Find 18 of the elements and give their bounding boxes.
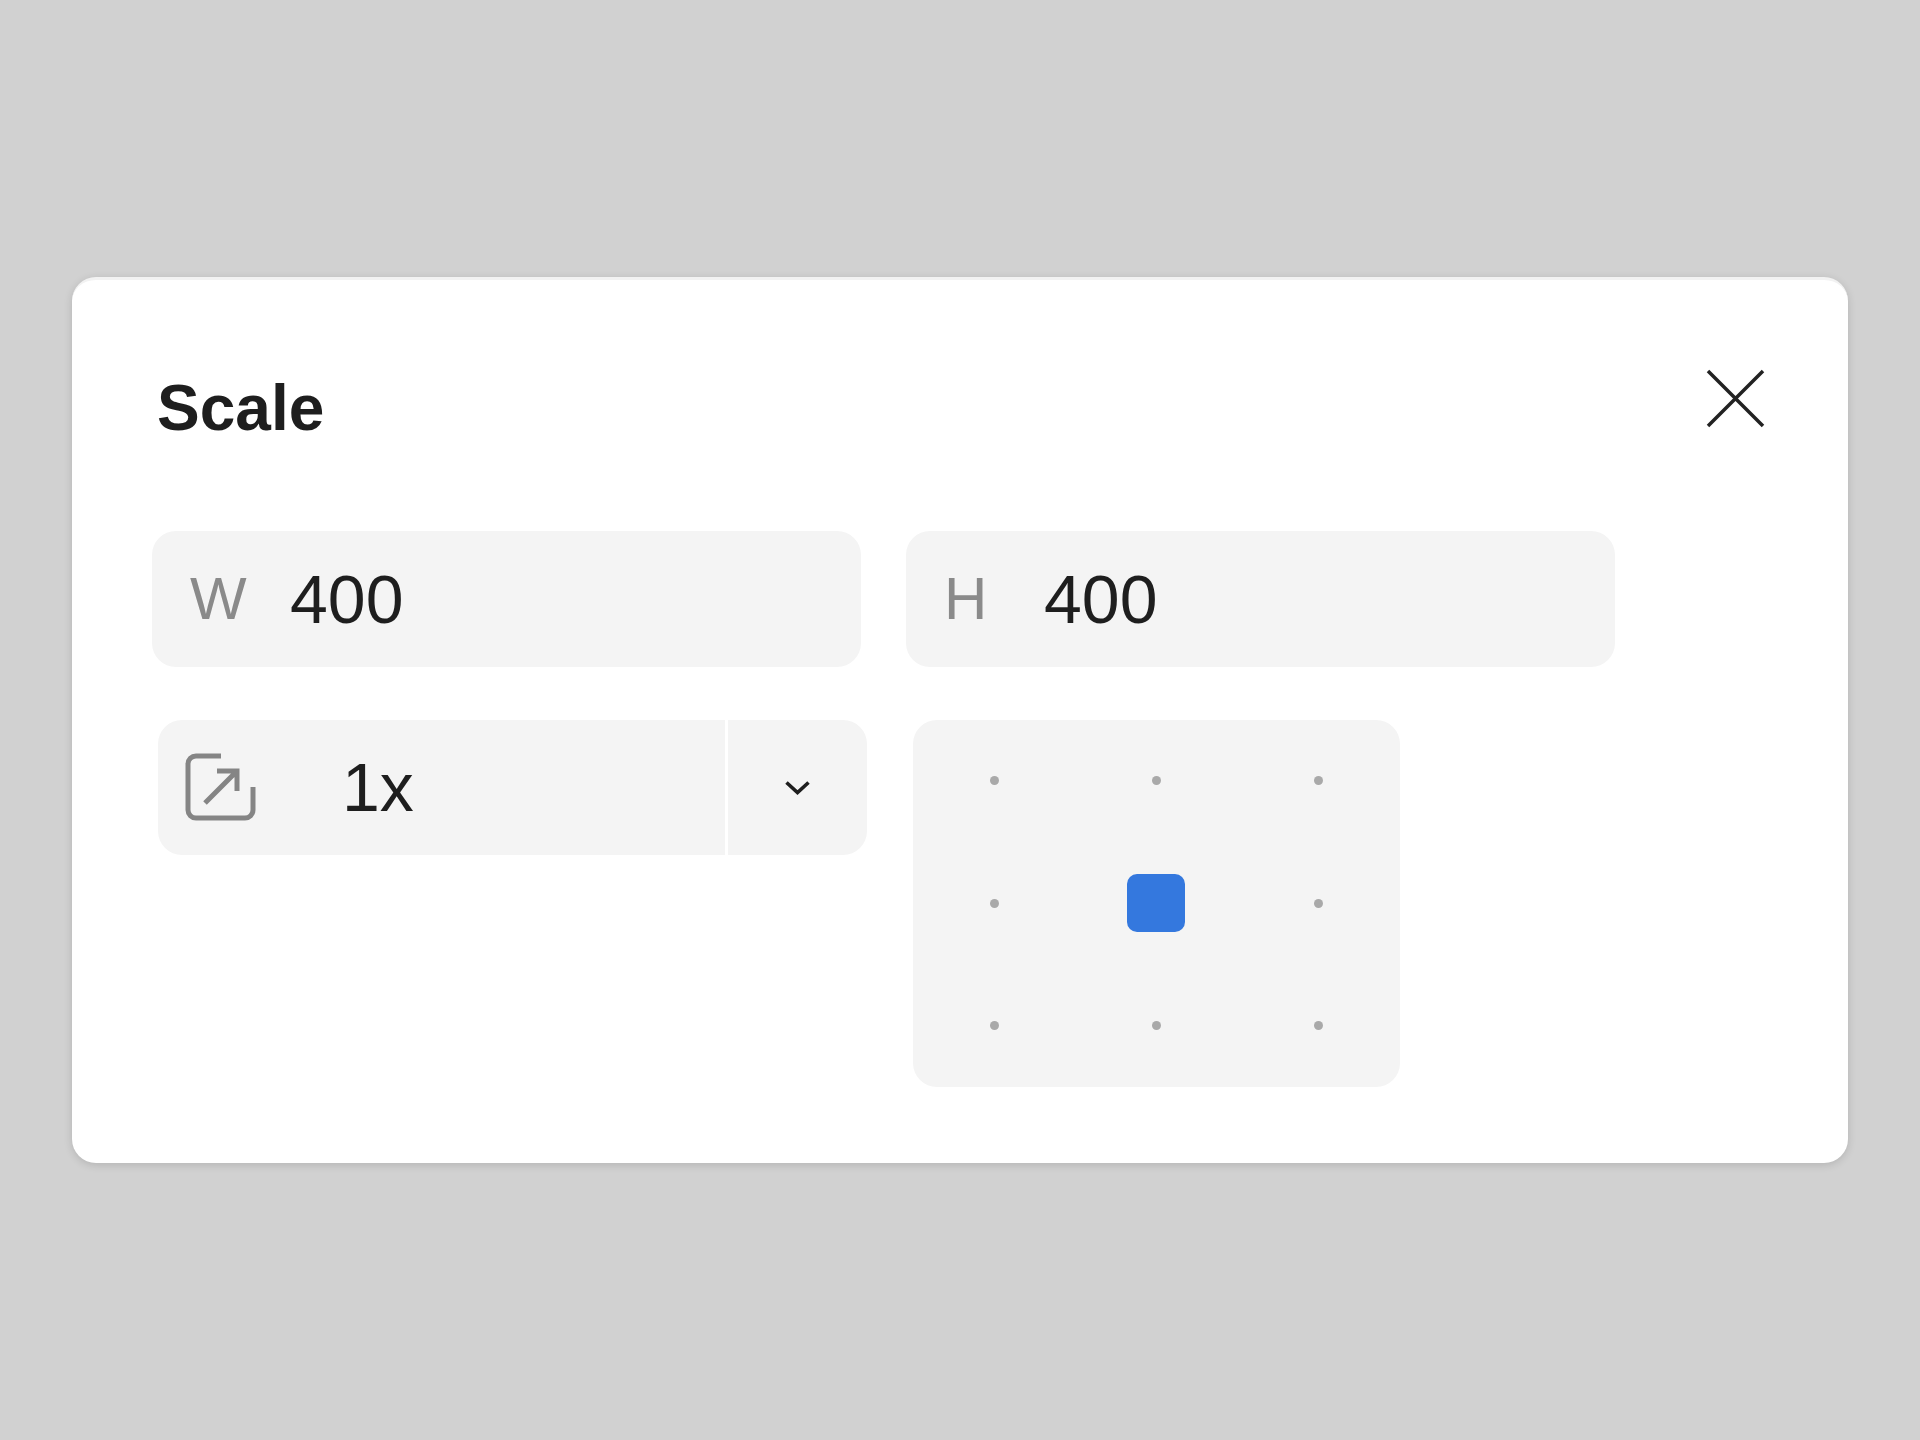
anchor-dot-icon[interactable] (989, 898, 999, 908)
scale-icon (185, 753, 256, 822)
close-button[interactable] (1706, 369, 1765, 428)
anchor-dot-icon[interactable] (1152, 776, 1161, 786)
field-label: W (190, 568, 247, 629)
anchor-dot-icon[interactable] (1314, 776, 1324, 786)
scale-input[interactable]: 1x (256, 719, 725, 855)
scale-combo[interactable]: 1x (158, 719, 867, 855)
field-label: H (944, 568, 988, 629)
anchor-dot-icon[interactable] (1314, 898, 1324, 908)
anchor-dot-icon[interactable] (989, 1021, 999, 1031)
close-icon (1706, 369, 1765, 428)
selected-anchor-icon[interactable] (1127, 874, 1186, 933)
anchor-dot-icon[interactable] (1152, 1021, 1161, 1031)
anchor-dot-icon[interactable] (989, 776, 999, 786)
dialog-title: Scale (156, 371, 325, 446)
anchor-dot-icon[interactable] (1314, 1021, 1324, 1031)
chevron-down-icon (784, 779, 811, 795)
